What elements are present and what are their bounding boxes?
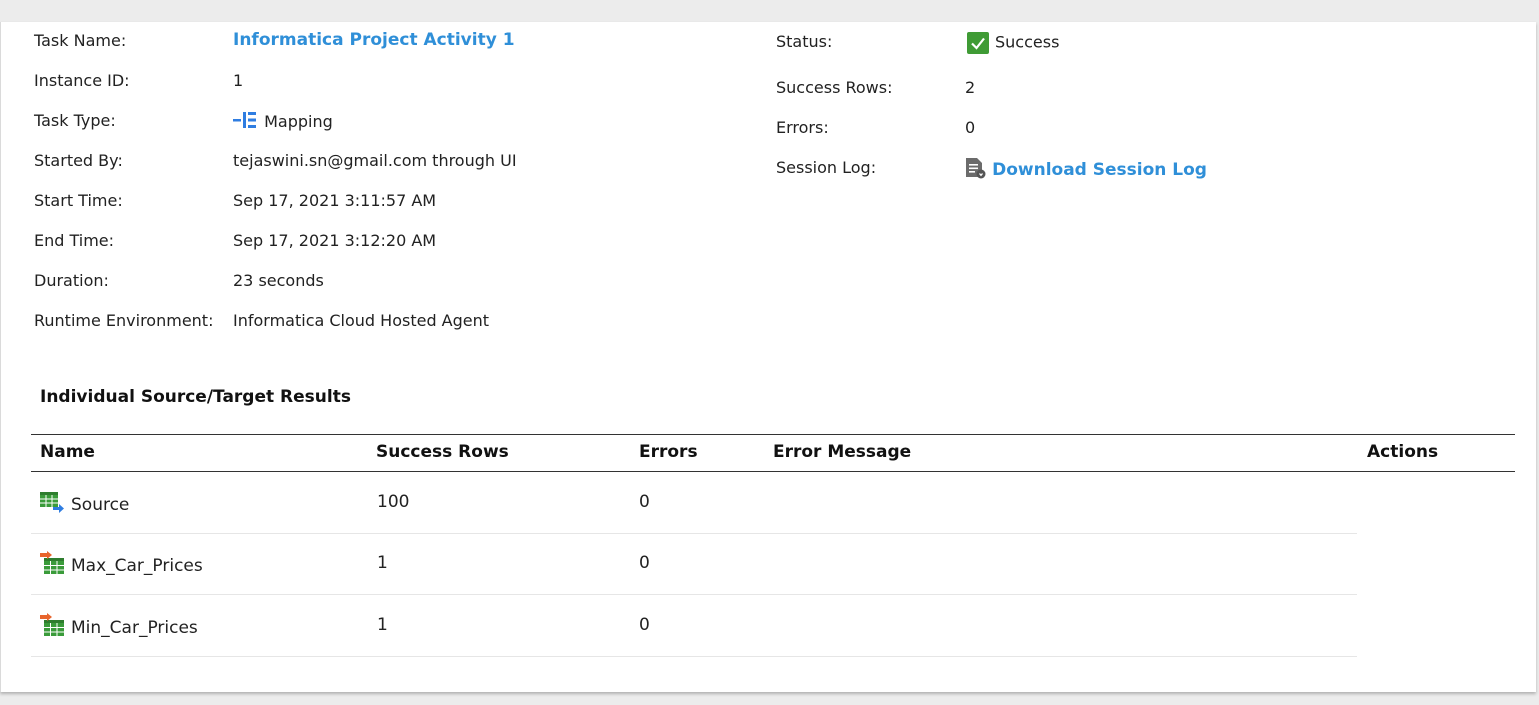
task-name-link-text[interactable]: Informatica Project Activity 1 (233, 30, 515, 50)
instance-id-value: 1 (233, 71, 244, 90)
row-errors: 0 (639, 615, 650, 635)
mapping-icon (233, 111, 259, 134)
row-success-rows: 1 (377, 615, 388, 635)
end-time-label: End Time: (34, 231, 115, 250)
row-success-rows: 1 (377, 553, 388, 573)
row-separator (31, 594, 1357, 595)
start-time-label: Start Time: (34, 191, 123, 210)
table-row[interactable]: Source (39, 490, 129, 519)
row-name: Max_Car_Prices (71, 555, 203, 576)
download-session-log-link[interactable]: Download Session Log (963, 156, 1207, 185)
target-table-icon (39, 551, 65, 580)
column-header-success-rows[interactable]: Success Rows (376, 442, 509, 462)
table-row[interactable]: Min_Car_Prices (39, 613, 198, 642)
table-header-rule (31, 471, 1515, 472)
session-log-icon[interactable] (963, 156, 987, 185)
row-separator (31, 533, 1357, 534)
row-name: Source (71, 494, 130, 515)
check-icon (967, 32, 989, 54)
started-by-label: Started By: (34, 151, 123, 170)
table-top-rule (31, 434, 1515, 435)
start-time-value: Sep 17, 2021 3:11:57 AM (233, 191, 437, 210)
session-log-label: Session Log: (776, 158, 877, 177)
row-success-rows: 100 (377, 492, 410, 512)
download-session-log-text[interactable]: Download Session Log (992, 160, 1207, 180)
column-header-actions[interactable]: Actions (1367, 442, 1438, 462)
errors-label: Errors: (776, 118, 829, 137)
status-text: Success (995, 32, 1060, 52)
end-time-value: Sep 17, 2021 3:12:20 AM (233, 231, 437, 250)
task-name-link[interactable]: Informatica Project Activity 1 (233, 30, 515, 50)
source-table-icon (39, 490, 65, 519)
results-section-title: Individual Source/Target Results (40, 387, 351, 407)
started-by-value: tejaswini.sn@gmail.com through UI (233, 151, 517, 170)
column-header-name[interactable]: Name (40, 442, 95, 462)
column-header-error-message[interactable]: Error Message (773, 442, 911, 462)
target-table-icon (39, 613, 65, 642)
task-type-text: Mapping (264, 112, 333, 131)
duration-label: Duration: (34, 271, 109, 290)
row-name: Min_Car_Prices (71, 617, 198, 638)
status-label: Status: (776, 32, 833, 51)
row-errors: 0 (639, 492, 650, 512)
column-header-errors[interactable]: Errors (639, 442, 698, 462)
instance-id-label: Instance ID: (34, 71, 130, 90)
task-details-panel (0, 22, 1536, 692)
errors-value: 0 (965, 118, 976, 137)
row-errors: 0 (639, 553, 650, 573)
row-separator (31, 656, 1357, 657)
runtime-environment-label: Runtime Environment: (34, 311, 214, 330)
table-row[interactable]: Max_Car_Prices (39, 551, 203, 580)
task-type-label: Task Type: (34, 111, 116, 130)
success-rows-value: 2 (965, 78, 976, 97)
task-name-label: Task Name: (34, 31, 127, 50)
runtime-environment-value: Informatica Cloud Hosted Agent (233, 311, 490, 330)
status-value: Success (967, 32, 1059, 54)
duration-value: 23 seconds (233, 271, 324, 290)
success-rows-label: Success Rows: (776, 78, 893, 97)
task-type-value: Mapping (233, 111, 333, 134)
